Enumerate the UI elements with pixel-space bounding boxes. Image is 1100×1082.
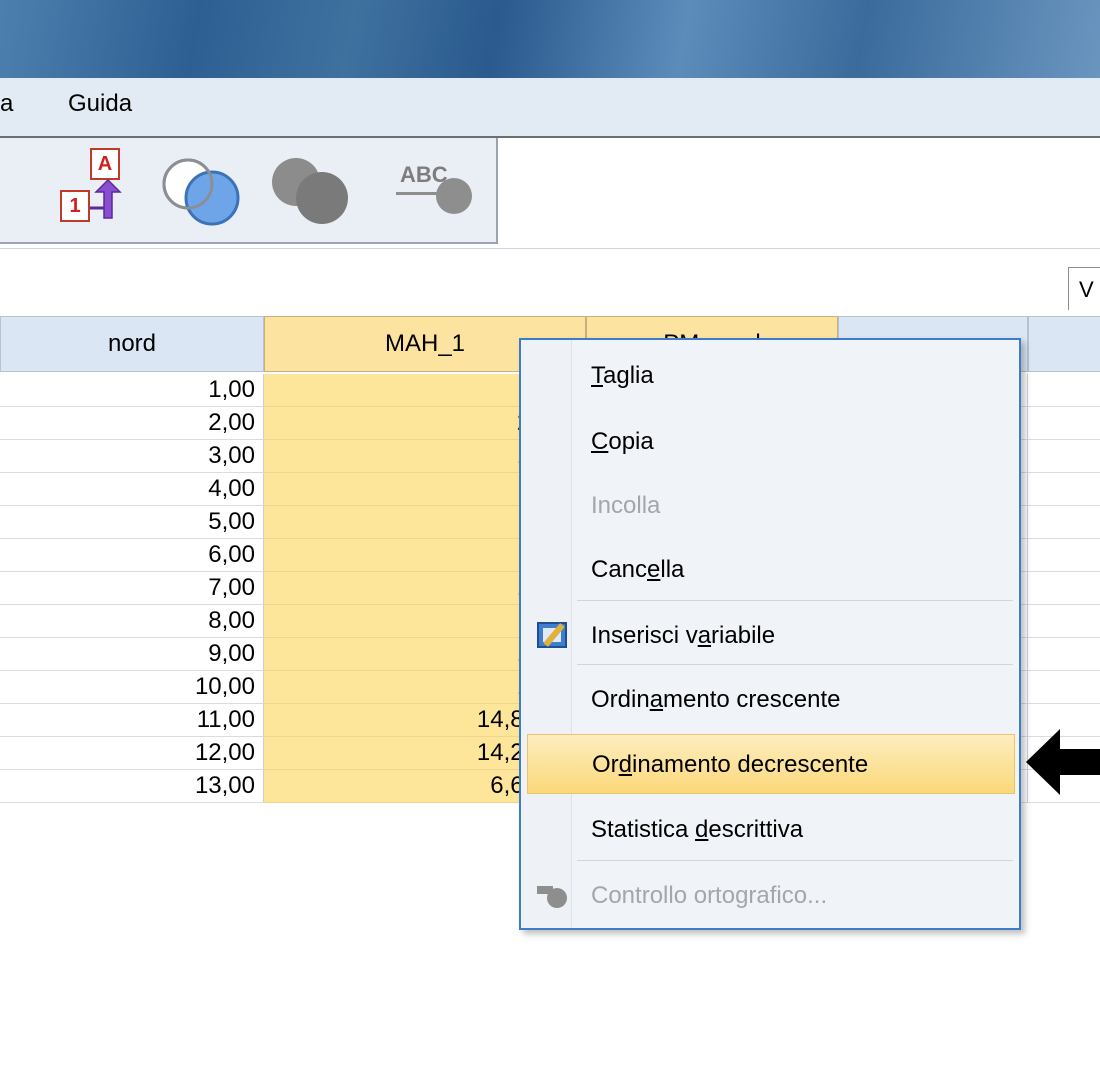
table-cell[interactable]: 10,00 [0,671,264,704]
context-menu-item-label: Controllo ortografico... [591,882,828,909]
column-header-nord[interactable]: nord [0,316,264,372]
table-cell[interactable]: 8,00 [0,605,264,638]
context-menu-item-label: Ordinamento crescente [591,686,841,713]
window-titlebar [0,0,1100,78]
context-menu-item-label: Statistica descrittiva [591,816,804,843]
value-labels-badge-a: A [90,148,120,180]
table-cell[interactable]: 1,00 [0,374,264,407]
spell-check-icon [537,882,567,908]
menu-separator [577,600,1013,601]
table-cell[interactable] [1028,407,1100,440]
context-menu-item-label: Incolla [591,492,661,519]
pointer-arrow-icon [1026,729,1100,795]
menu-item-guida[interactable]: Guida [68,90,132,118]
table-cell[interactable] [1028,572,1100,605]
table-cell[interactable] [1028,638,1100,671]
table-cell[interactable]: 9,00 [0,638,264,671]
menu-separator [577,860,1013,861]
table-cell[interactable]: 4,00 [0,473,264,506]
table-cell[interactable]: 2,00 [0,407,264,440]
table-cell[interactable] [1028,374,1100,407]
context-menu-item[interactable]: Controllo ortografico... [527,866,1015,926]
context-menu-item[interactable]: Copia [527,412,1015,472]
spell-check-line [396,192,440,195]
variable-name-box[interactable]: V [1068,267,1100,311]
value-labels-badge-1: 1 [60,190,90,222]
column-header-empty-2[interactable] [1028,316,1100,372]
table-cell[interactable] [1028,539,1100,572]
context-menu-item[interactable]: Ordinamento decrescente [527,734,1015,794]
show-all-variables-icon [272,158,348,224]
table-cell[interactable] [1028,440,1100,473]
context-menu-item[interactable]: Cancella [527,540,1015,600]
cell-edit-bar: V [0,248,1100,311]
context-menu-item-label: Copia [591,428,654,455]
context-menu-item-label: Inserisci variabile [591,622,776,649]
table-cell[interactable]: 6,00 [0,539,264,572]
table-cell[interactable]: 11,00 [0,704,264,737]
context-menu-item[interactable]: Incolla [527,476,1015,536]
context-menu-item[interactable]: Statistica descrittiva [527,800,1015,860]
table-cell[interactable]: 12,00 [0,737,264,770]
table-cell[interactable]: 3,00 [0,440,264,473]
context-menu-item-label: Ordinamento decrescente [592,751,869,778]
value-labels-icon[interactable]: A 1 [60,148,152,228]
table-cell[interactable] [1028,605,1100,638]
table-cell[interactable] [1028,473,1100,506]
table-cell[interactable] [1028,671,1100,704]
table-cell[interactable]: 5,00 [0,506,264,539]
context-menu-item[interactable]: Inserisci variabile [527,606,1015,666]
insert-variable-icon [537,622,567,648]
table-cell[interactable] [1028,506,1100,539]
context-menu: Taglia Copia Incolla Cancella Inserisci vari… [519,338,1021,930]
spell-check-toolbar-icon: ABC [396,162,480,222]
context-menu-item-label: Taglia [591,362,654,389]
toolbar: A 1 ABC [0,138,1100,246]
context-menu-item[interactable]: Ordinamento crescente [527,670,1015,730]
spell-check-badge [436,178,472,214]
value-labels-arrow [90,178,122,219]
menubar: a Guida [0,78,1100,138]
toolbar-group: A 1 ABC [0,138,498,244]
table-cell[interactable]: 7,00 [0,572,264,605]
menu-item-partial[interactable]: a [0,90,13,118]
table-cell[interactable]: 13,00 [0,770,264,803]
use-sets-icon[interactable] [160,154,246,228]
context-menu-item-label: Cancella [591,556,685,583]
context-menu-item[interactable]: Taglia [527,346,1015,406]
